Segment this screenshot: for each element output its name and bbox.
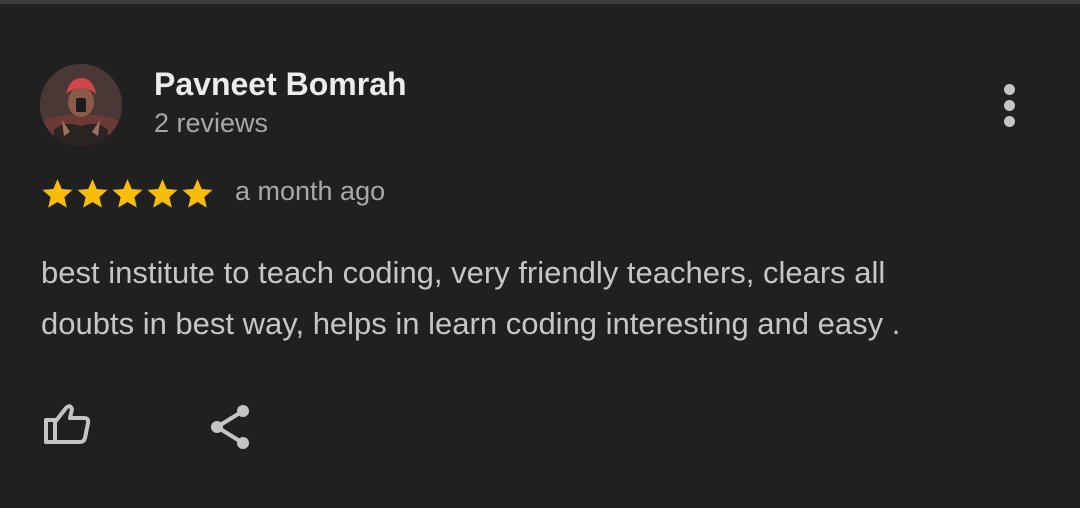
- review-text: best institute to teach coding, very fri…: [41, 247, 1051, 349]
- top-divider: [0, 0, 1080, 4]
- share-icon: [211, 405, 249, 449]
- review-card: Pavneet Bomrah 2 reviews a month ago bes…: [0, 0, 1080, 508]
- more-vert-icon-dot-2: [1004, 100, 1015, 111]
- star-icon: [147, 179, 178, 208]
- review-count[interactable]: 2 reviews: [154, 108, 268, 139]
- review-date: a month ago: [235, 176, 386, 206]
- star-rating: [40, 176, 215, 212]
- thumb-up-icon: [44, 404, 91, 444]
- star-icon: [112, 179, 143, 208]
- star-icon: [77, 179, 108, 208]
- star-icon: [42, 179, 73, 208]
- avatar-image: [40, 64, 122, 146]
- review-text-line: doubts in best way, helps in learn codin…: [41, 306, 901, 341]
- like-button[interactable]: [40, 400, 94, 450]
- more-vert-icon-dot-3: [1004, 116, 1015, 127]
- review-text-line: best institute to teach coding, very fri…: [41, 255, 886, 290]
- star-icon: [182, 179, 213, 208]
- avatar[interactable]: [40, 64, 122, 146]
- reviewer-name[interactable]: Pavneet Bomrah: [154, 66, 407, 103]
- share-button[interactable]: [205, 402, 255, 452]
- more-options-button[interactable]: [990, 80, 1030, 130]
- more-vert-icon-dot-1: [1004, 84, 1015, 95]
